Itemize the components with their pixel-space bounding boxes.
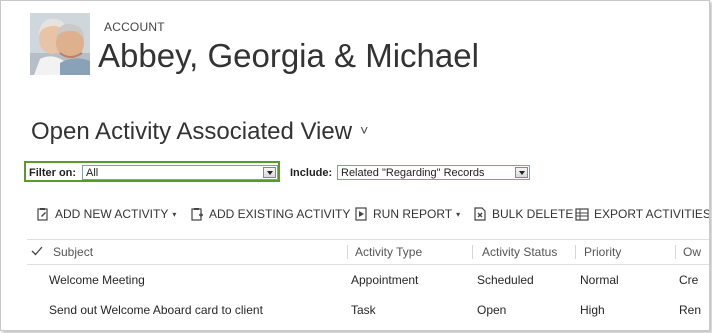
export-icon <box>575 208 589 221</box>
chevron-down-icon[interactable]: ▾ <box>456 210 460 219</box>
run-report-button[interactable]: RUN REPORT ▾ <box>354 206 460 222</box>
add-existing-activity-button[interactable]: ADD EXISTING ACTIVITY <box>190 206 350 222</box>
chevron-down-icon[interactable]: ▾ <box>172 210 176 219</box>
bulk-delete-label: BULK DELETE <box>492 207 574 221</box>
include-value: Related "Regarding" Records <box>341 167 485 179</box>
cell-subject[interactable]: Welcome Meeting <box>49 266 145 295</box>
chevron-down-icon[interactable]: ˅ <box>360 122 368 138</box>
cell-activity-type: Task <box>351 303 376 317</box>
select-all-check-icon[interactable] <box>31 245 43 257</box>
bulk-delete-icon <box>474 207 486 221</box>
column-divider[interactable] <box>675 245 676 259</box>
view-selector[interactable]: Open Activity Associated View ˅ <box>31 118 368 146</box>
column-header-priority[interactable]: Priority <box>584 240 621 264</box>
dropdown-arrow-icon[interactable] <box>515 167 528 178</box>
view-title-text: Open Activity Associated View <box>31 118 353 145</box>
column-header-activity-type[interactable]: Activity Type <box>355 240 422 264</box>
filter-on-label: Filter on: <box>29 167 77 179</box>
export-activities-button[interactable]: EXPORT ACTIVITIES <box>575 206 710 222</box>
cell-activity-type: Appointment <box>351 273 419 287</box>
cell-owner[interactable]: Cre <box>679 266 698 295</box>
cell-priority: Normal <box>580 273 619 287</box>
filter-on-select[interactable]: All <box>82 165 278 180</box>
column-header-subject[interactable]: Subject <box>53 240 93 264</box>
cell-owner[interactable]: Ren <box>679 296 701 325</box>
entity-type-label: ACCOUNT <box>104 20 165 34</box>
column-header-activity-status[interactable]: Activity Status <box>482 240 557 264</box>
crm-window: ACCOUNT Abbey, Georgia & Michael Open Ac… <box>0 0 710 331</box>
column-divider[interactable] <box>347 245 348 259</box>
include-select[interactable]: Related "Regarding" Records <box>337 165 530 180</box>
account-avatar <box>30 13 90 75</box>
cell-priority: High <box>580 303 605 317</box>
cell-activity-status: Open <box>477 303 507 317</box>
bulk-delete-button[interactable]: BULK DELETE <box>473 206 573 222</box>
report-icon <box>355 207 367 221</box>
table-row[interactable]: Welcome Meeting Appointment Scheduled No… <box>27 266 709 295</box>
grid-header: Subject Activity Type Activity Status Pr… <box>27 239 709 265</box>
column-header-owner[interactable]: Ow <box>683 240 701 264</box>
new-activity-icon <box>37 208 48 221</box>
add-new-activity-label: ADD NEW ACTIVITY <box>55 207 169 221</box>
cell-subject[interactable]: Send out Welcome Aboard card to client <box>49 296 263 325</box>
column-divider[interactable] <box>575 245 576 259</box>
filter-on-value: All <box>86 167 99 179</box>
include-label: Include: <box>290 167 333 179</box>
export-activities-label: EXPORT ACTIVITIES <box>594 207 710 221</box>
run-report-label: RUN REPORT <box>373 207 453 221</box>
table-row[interactable]: Send out Welcome Aboard card to client T… <box>27 296 709 325</box>
add-existing-activity-label: ADD EXISTING ACTIVITY <box>209 207 351 221</box>
record-title: Abbey, Georgia & Michael <box>98 37 479 74</box>
dropdown-arrow-icon[interactable] <box>263 167 276 178</box>
cell-activity-status: Scheduled <box>477 273 534 287</box>
column-divider[interactable] <box>472 245 473 259</box>
add-new-activity-button[interactable]: ADD NEW ACTIVITY ▾ <box>36 206 176 222</box>
add-existing-icon <box>191 208 203 221</box>
